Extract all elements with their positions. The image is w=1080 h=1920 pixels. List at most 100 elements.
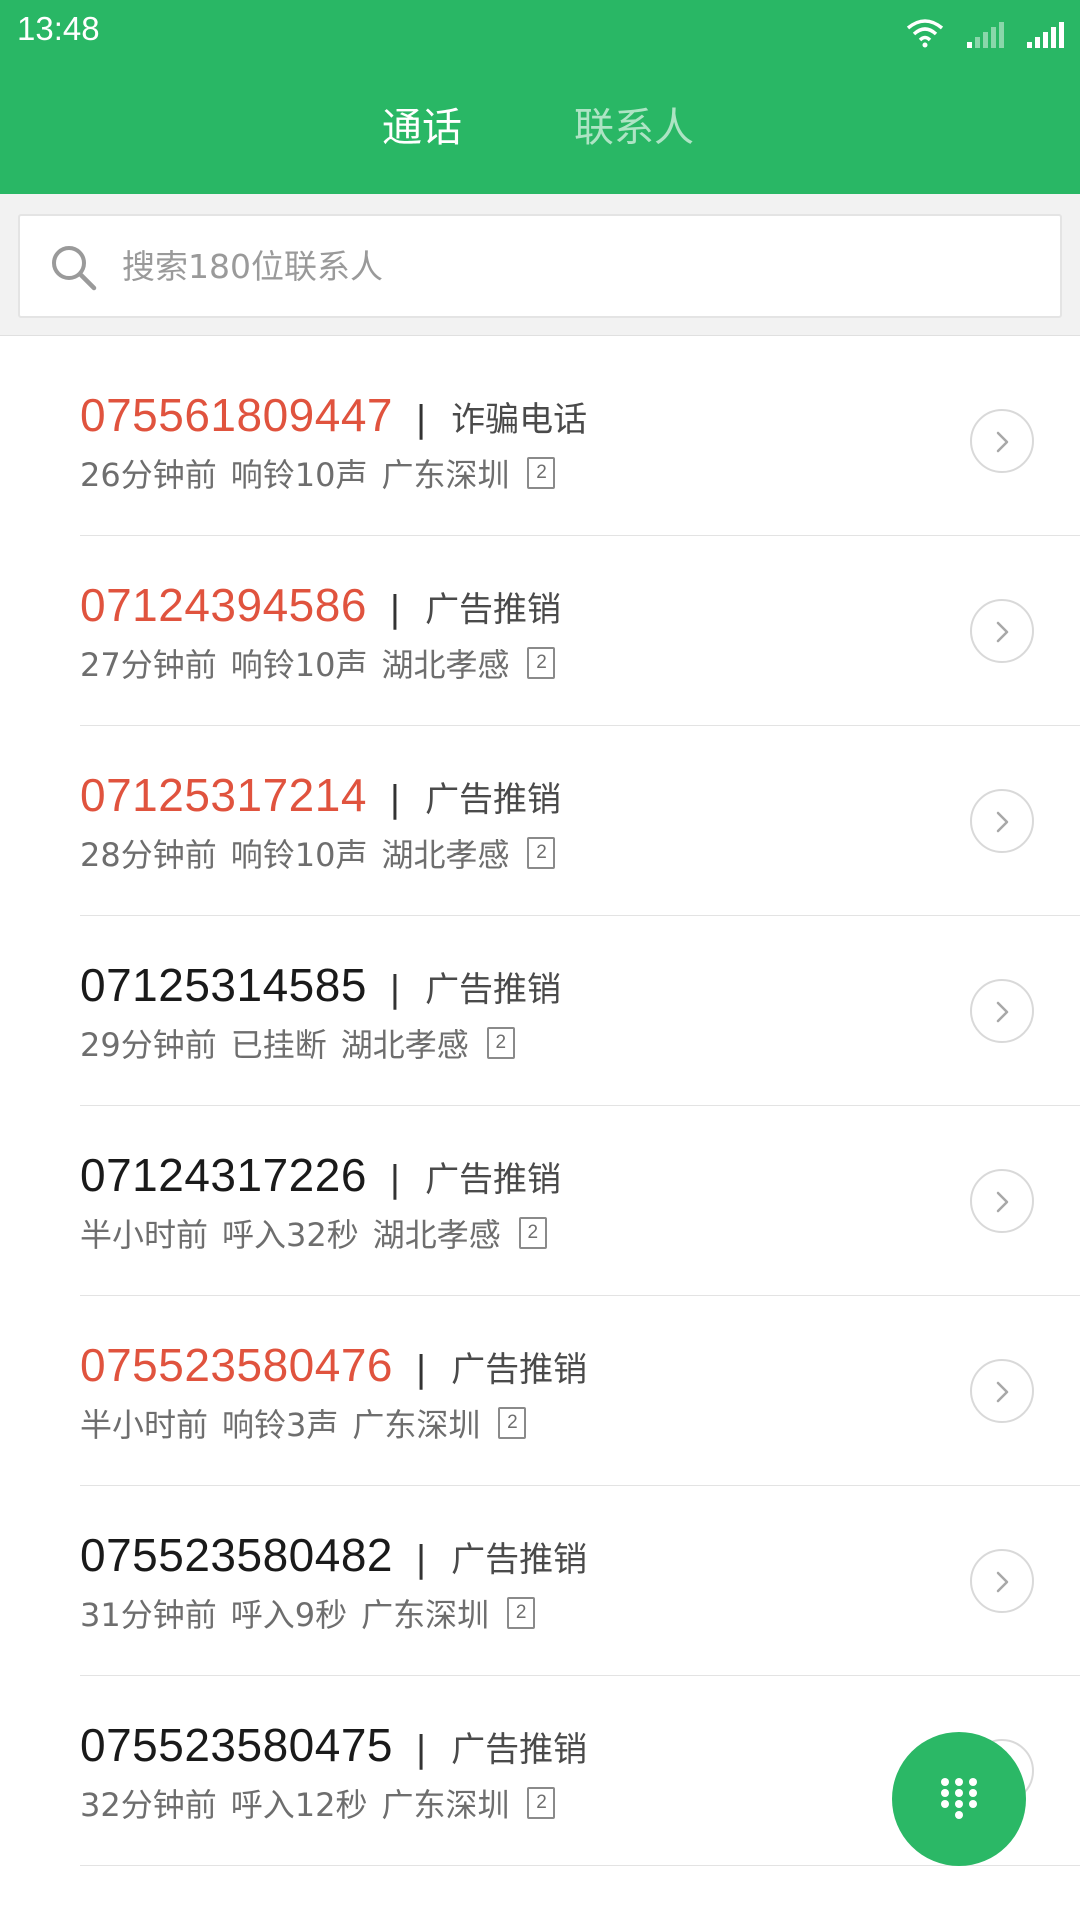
separator: |: [388, 1159, 402, 1200]
tab-calls[interactable]: 通话: [382, 92, 462, 164]
search-box[interactable]: [18, 214, 1062, 318]
number-tag: 广告推销: [451, 1540, 588, 1580]
call-location: 广东深圳: [352, 1406, 481, 1444]
call-log-row-content: 075523580482 | 广告推销 31分钟前 呼入9秒 广东深圳 2: [80, 1486, 1080, 1676]
call-location: 湖北孝感: [372, 1216, 501, 1254]
phone-number: 07124317226: [80, 1149, 367, 1201]
call-log-row-content: 07125317214 | 广告推销 28分钟前 响铃10声 湖北孝感 2: [80, 726, 1080, 916]
call-log-row[interactable]: 075523580476 | 广告推销 半小时前 响铃3声 广东深圳 2: [0, 1296, 1080, 1486]
number-tag: 广告推销: [425, 780, 562, 820]
call-secondary-line: 27分钟前 响铃10声 湖北孝感 2: [80, 640, 569, 686]
call-log-row[interactable]: 075523580482 | 广告推销 31分钟前 呼入9秒 广东深圳 2: [0, 1486, 1080, 1676]
call-status: 响铃10声: [230, 456, 368, 494]
call-detail-button[interactable]: [970, 789, 1034, 853]
call-detail-button[interactable]: [970, 1549, 1034, 1613]
call-time: 32分钟前: [80, 1786, 217, 1824]
signal-weak-icon: [966, 20, 1004, 48]
call-time: 半小时前: [80, 1216, 209, 1254]
call-location: 广东深圳: [361, 1596, 490, 1634]
sim-card-icon: 2: [527, 837, 556, 869]
call-log-row[interactable]: 07125314585 | 广告推销 29分钟前 已挂断 湖北孝感 2: [0, 916, 1080, 1106]
chevron-right-icon: [996, 1381, 1009, 1403]
search-icon: [48, 242, 100, 294]
signal-full-icon: [1026, 20, 1064, 48]
call-primary-line: 07125317214 | 广告推销: [80, 768, 561, 822]
call-time: 26分钟前: [80, 456, 217, 494]
call-detail-button[interactable]: [970, 979, 1034, 1043]
call-log-row-content: 075523580476 | 广告推销 半小时前 响铃3声 广东深圳 2: [80, 1296, 1080, 1486]
call-log-row[interactable]: 07124394586 | 广告推销 27分钟前 响铃10声 湖北孝感 2: [0, 536, 1080, 726]
separator: |: [388, 969, 402, 1010]
separator: |: [415, 1539, 428, 1580]
number-tag: 广告推销: [425, 970, 562, 1010]
phone-number: 075523580475: [80, 1719, 393, 1771]
call-primary-line: 075523580476 | 广告推销: [80, 1338, 587, 1392]
separator: |: [388, 589, 402, 630]
sim-card-icon: 2: [518, 1217, 547, 1249]
separator: |: [415, 1729, 428, 1770]
call-secondary-line: 26分钟前 响铃10声 广东深圳 2: [80, 450, 569, 496]
chevron-right-icon: [996, 621, 1009, 643]
call-time: 31分钟前: [80, 1596, 217, 1634]
search-input[interactable]: [122, 216, 1022, 316]
call-location: 广东深圳: [381, 1786, 510, 1824]
call-secondary-line: 32分钟前 呼入12秒 广东深圳 2: [80, 1780, 569, 1826]
chevron-right-icon: [996, 811, 1009, 833]
chevron-right-icon: [996, 1191, 1009, 1213]
call-detail-button[interactable]: [970, 1359, 1034, 1423]
call-secondary-line: 半小时前 响铃3声 广东深圳 2: [80, 1400, 540, 1446]
app-header: 13:48 通话 联系人: [0, 0, 1080, 194]
sim-card-icon: 2: [498, 1407, 527, 1439]
call-time: 28分钟前: [80, 836, 217, 874]
number-tag: 广告推销: [425, 1160, 562, 1200]
call-log-row-content: 07124394586 | 广告推销 27分钟前 响铃10声 湖北孝感 2: [80, 536, 1080, 726]
call-primary-line: 075523580482 | 广告推销: [80, 1528, 587, 1582]
phone-number: 07124394586: [80, 579, 367, 631]
number-tag: 广告推销: [425, 590, 562, 630]
call-detail-button[interactable]: [970, 1169, 1034, 1233]
call-primary-line: 07124394586 | 广告推销: [80, 578, 561, 632]
call-log-row[interactable]: 07124317226 | 广告推销 半小时前 呼入32秒 湖北孝感 2: [0, 1106, 1080, 1296]
separator: |: [415, 399, 428, 440]
call-status: 响铃10声: [230, 646, 368, 684]
call-log-row[interactable]: 07125317214 | 广告推销 28分钟前 响铃10声 湖北孝感 2: [0, 726, 1080, 916]
number-tag: 广告推销: [451, 1350, 588, 1390]
call-primary-line: 07125314585 | 广告推销: [80, 958, 561, 1012]
call-time: 29分钟前: [80, 1026, 217, 1064]
call-log-row-content: 07124317226 | 广告推销 半小时前 呼入32秒 湖北孝感 2: [80, 1106, 1080, 1296]
dialpad-button[interactable]: [892, 1732, 1026, 1866]
sim-card-icon: 2: [527, 647, 556, 679]
call-secondary-line: 半小时前 呼入32秒 湖北孝感 2: [80, 1210, 561, 1256]
call-status: 已挂断: [230, 1026, 327, 1064]
phone-number: 075523580482: [80, 1529, 393, 1581]
call-status: 响铃10声: [230, 836, 368, 874]
call-detail-button[interactable]: [970, 409, 1034, 473]
call-primary-line: 075561809447 | 诈骗电话: [80, 388, 587, 442]
separator: |: [388, 779, 402, 820]
sim-card-icon: 2: [507, 1597, 536, 1629]
call-status: 呼入9秒: [230, 1596, 348, 1634]
sim-card-icon: 2: [486, 1027, 515, 1059]
chevron-right-icon: [996, 1571, 1009, 1593]
phone-number: 075523580476: [80, 1339, 393, 1391]
status-time: 13:48: [17, 10, 100, 47]
call-log-list: 075561809447 | 诈骗电话 26分钟前 响铃10声 广东深圳 2 0…: [0, 346, 1080, 1866]
call-status: 呼入32秒: [222, 1216, 359, 1254]
phone-number: 07125314585: [80, 959, 367, 1011]
sim-card-icon: 2: [527, 1787, 556, 1819]
tab-bar: 通话 联系人: [0, 92, 1080, 164]
call-detail-button[interactable]: [970, 599, 1034, 663]
sim-card-icon: 2: [527, 457, 556, 489]
call-log-row[interactable]: 075561809447 | 诈骗电话 26分钟前 响铃10声 广东深圳 2: [0, 346, 1080, 536]
chevron-right-icon: [996, 1001, 1009, 1023]
status-bar: 13:48: [0, 0, 1080, 64]
status-icons: [906, 14, 1064, 48]
call-time: 27分钟前: [80, 646, 217, 684]
call-location: 湖北孝感: [381, 836, 510, 874]
call-location: 广东深圳: [381, 456, 510, 494]
call-secondary-line: 31分钟前 呼入9秒 广东深圳 2: [80, 1590, 549, 1636]
tab-contacts[interactable]: 联系人: [574, 92, 694, 164]
number-tag: 诈骗电话: [451, 400, 588, 440]
call-location: 湖北孝感: [340, 1026, 469, 1064]
chevron-right-icon: [996, 431, 1009, 453]
